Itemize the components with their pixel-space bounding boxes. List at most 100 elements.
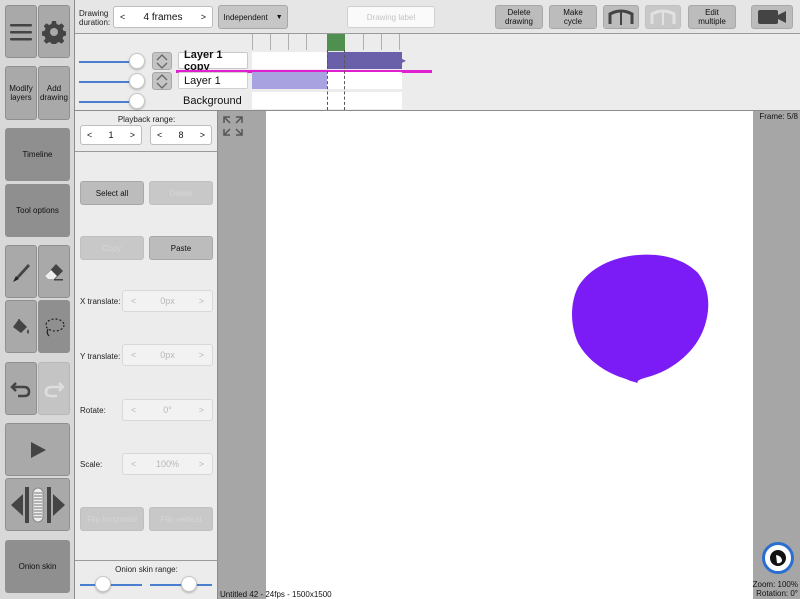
rotate-field[interactable]: < 0° >: [122, 399, 213, 421]
flip-frames-button[interactable]: [603, 5, 639, 29]
y-translate-value: 0px: [160, 350, 175, 360]
delete-button[interactable]: Delete: [149, 181, 213, 205]
frame-tick: [252, 34, 253, 50]
scale-field[interactable]: < 100% >: [122, 453, 213, 475]
layer-reorder-button[interactable]: [152, 72, 172, 90]
onion-skin-button[interactable]: Onion skin: [5, 540, 70, 593]
layer-name-layer-1[interactable]: Layer 1: [178, 72, 248, 89]
flip-vertical-button[interactable]: Flip vertical: [149, 507, 213, 531]
frame-cell-selected[interactable]: [327, 52, 402, 69]
x-translate-value: 0px: [160, 296, 175, 306]
frame-cell-prev[interactable]: [252, 72, 327, 89]
chevron-down-icon: ▼: [275, 13, 283, 21]
expand-icon[interactable]: [222, 115, 244, 137]
layer-opacity-knob[interactable]: [129, 93, 145, 109]
drawing-label-input[interactable]: Drawing label: [347, 6, 435, 28]
playback-range-label: Playback range:: [117, 115, 176, 124]
lasso-tool-button[interactable]: [38, 300, 70, 353]
eraser-tool-button[interactable]: [38, 245, 70, 298]
duration-next-button[interactable]: >: [201, 12, 206, 22]
scale-next[interactable]: >: [199, 459, 204, 469]
make-cycle-button[interactable]: Make cycle: [549, 5, 597, 29]
range-start-value: 1: [108, 130, 114, 140]
paste-button[interactable]: Paste: [149, 236, 213, 260]
edit-multiple-button[interactable]: Edit multiple: [688, 5, 736, 29]
select-all-button[interactable]: Select all: [80, 181, 144, 205]
tool-options-button[interactable]: Tool options: [5, 184, 70, 237]
range-start-stepper[interactable]: < 1 >: [80, 125, 142, 145]
onion-skin-range-back[interactable]: [80, 584, 142, 586]
range-end-prev[interactable]: <: [157, 130, 162, 140]
camera-button[interactable]: [751, 5, 793, 29]
brush-tool-button[interactable]: [5, 245, 37, 298]
redo-icon: [44, 381, 65, 397]
x-translate-prev[interactable]: <: [131, 296, 136, 306]
flip-frames-reverse-button[interactable]: [645, 5, 681, 29]
layer-name-layer-1-copy[interactable]: Layer 1 copy: [178, 49, 248, 73]
flip-horizontal-button[interactable]: Flip horizontal: [80, 507, 144, 531]
frame-scrubber[interactable]: [5, 478, 70, 531]
playhead[interactable]: [327, 34, 345, 51]
scale-prev[interactable]: <: [131, 459, 136, 469]
drawing-duration-label: Drawing duration:: [79, 9, 111, 27]
avatar[interactable]: [762, 542, 794, 574]
x-translate-next[interactable]: >: [199, 296, 204, 306]
add-drawing-button[interactable]: Add drawing: [38, 66, 70, 120]
playhead-line: [344, 50, 345, 110]
delete-drawing-button[interactable]: Delete drawing: [495, 5, 543, 29]
chevron-up-down-icon: [156, 54, 168, 69]
layers-timeline: Layer 1 copy Layer 1 Background ▸: [75, 34, 800, 111]
rotate-prev[interactable]: <: [131, 405, 136, 415]
frame-end-arrow: ▸: [402, 56, 407, 65]
onion-skin-back-knob[interactable]: [95, 576, 111, 592]
range-end-next[interactable]: >: [200, 130, 205, 140]
y-translate-next[interactable]: >: [199, 350, 204, 360]
play-button[interactable]: [5, 423, 70, 476]
range-end-value: 8: [178, 130, 184, 140]
chevron-up-down-icon: [156, 74, 168, 89]
layer-opacity-knob[interactable]: [129, 73, 145, 89]
range-end-stepper[interactable]: < 8 >: [150, 125, 212, 145]
playhead-line: [327, 50, 328, 110]
range-start-next[interactable]: >: [130, 130, 135, 140]
avatar-head-icon: [770, 550, 786, 566]
zoom-indicator: Zoom: 100%: [752, 580, 798, 589]
rotate-next[interactable]: >: [199, 405, 204, 415]
layer-reorder-button[interactable]: [152, 52, 172, 70]
scale-value: 100%: [155, 459, 180, 469]
frame-cell[interactable]: [252, 52, 327, 69]
frame-tick: [363, 34, 364, 50]
modify-layers-button[interactable]: Modify layers: [5, 66, 37, 120]
play-icon: [30, 441, 46, 458]
frame-tick: [306, 34, 307, 50]
y-translate-prev[interactable]: <: [131, 350, 136, 360]
copy-button[interactable]: Copy: [80, 236, 144, 260]
x-translate-label: X translate:: [80, 297, 121, 306]
x-translate-field[interactable]: < 0px >: [122, 290, 213, 312]
duration-stepper[interactable]: < 4 frames >: [113, 6, 213, 28]
y-translate-label: Y translate:: [80, 352, 121, 361]
redo-button[interactable]: [38, 362, 70, 415]
undo-button[interactable]: [5, 362, 37, 415]
y-translate-field[interactable]: < 0px >: [122, 344, 213, 366]
range-start-prev[interactable]: <: [87, 130, 92, 140]
menu-button[interactable]: [5, 5, 37, 58]
frame-cell[interactable]: [327, 72, 402, 89]
frame-tick: [399, 34, 400, 50]
rotation-indicator: Rotation: 0°: [756, 589, 798, 598]
drawing-canvas[interactable]: [266, 111, 753, 599]
layer-name-background[interactable]: Background: [178, 92, 250, 109]
duration-prev-button[interactable]: <: [120, 12, 125, 22]
layer-opacity-knob[interactable]: [129, 53, 145, 69]
onion-skin-forward-knob[interactable]: [181, 576, 197, 592]
undo-icon: [10, 381, 31, 397]
duration-value: 4 frames: [143, 11, 183, 23]
fill-tool-button[interactable]: [5, 300, 37, 353]
timeline-button[interactable]: Timeline: [5, 128, 70, 181]
settings-button[interactable]: [38, 5, 70, 58]
eraser-icon: [45, 263, 63, 280]
mode-select[interactable]: Independent ▼: [218, 5, 288, 29]
panel-divider: [75, 151, 218, 152]
frame-ruler[interactable]: [252, 34, 402, 51]
frame-tick: [288, 34, 289, 50]
